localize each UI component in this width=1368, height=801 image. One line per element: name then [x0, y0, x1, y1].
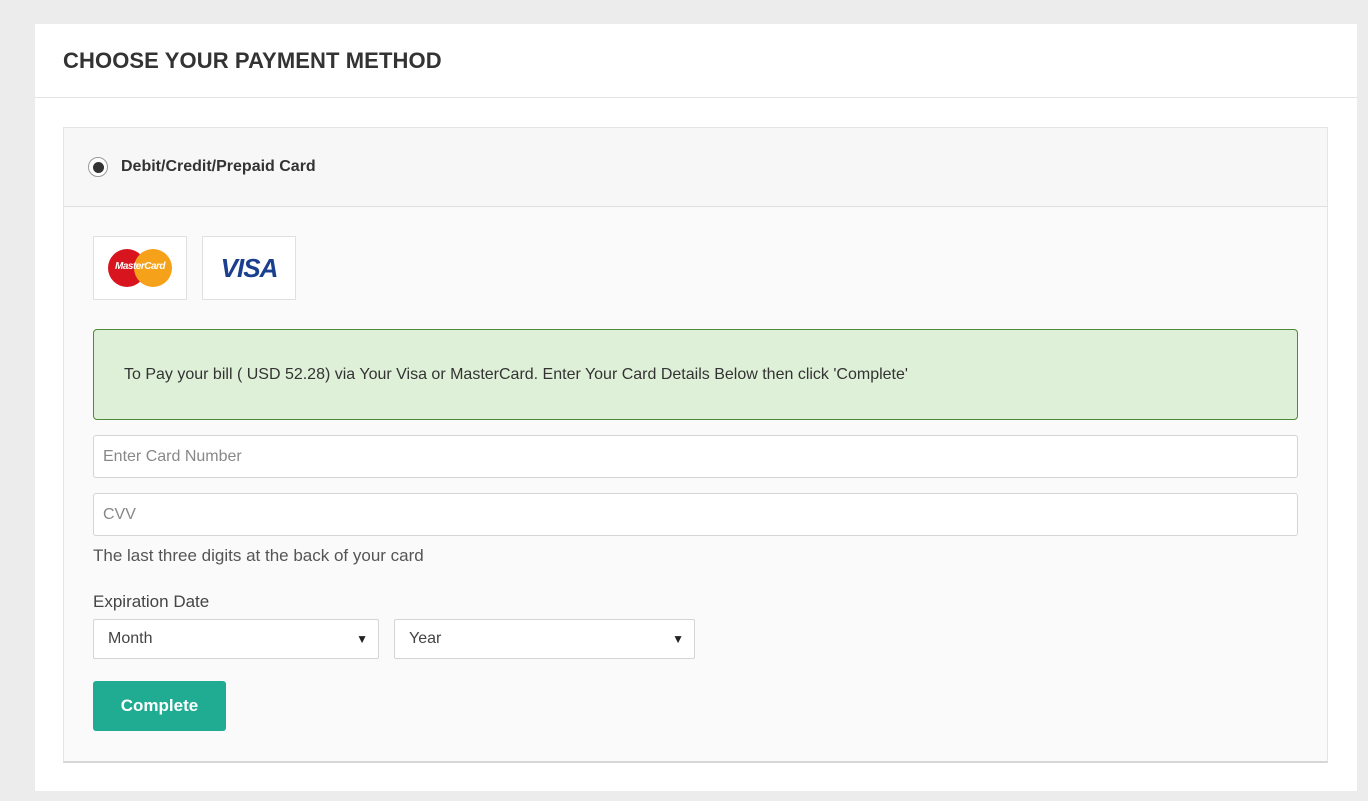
card-method-radio[interactable]: [88, 157, 108, 177]
page-title: CHOOSE YOUR PAYMENT METHOD: [63, 47, 442, 73]
panel-header: CHOOSE YOUR PAYMENT METHOD: [35, 24, 1357, 98]
mastercard-icon: MasterCard: [108, 249, 172, 287]
expiration-date-label: Expiration Date: [93, 592, 210, 611]
year-select[interactable]: Year ▼: [394, 619, 695, 659]
year-select-value: Year: [409, 630, 442, 647]
card-method-option[interactable]: Debit/Credit/Prepaid Card: [64, 128, 1327, 207]
chevron-down-icon: ▼: [672, 632, 684, 646]
payment-info-alert: To Pay your bill ( USD 52.28) via Your V…: [93, 329, 1298, 420]
month-select[interactable]: Month ▼: [93, 619, 379, 659]
cvv-hint: The last three digits at the back of you…: [93, 546, 424, 565]
month-select-value: Month: [108, 630, 153, 647]
chevron-down-icon: ▼: [356, 632, 368, 646]
visa-logo-text: VISA: [220, 252, 279, 283]
visa-logo: VISA: [202, 236, 296, 300]
mastercard-logo: MasterCard: [93, 236, 187, 300]
alert-message: To Pay your bill ( USD 52.28) via Your V…: [124, 365, 908, 383]
complete-button[interactable]: Complete: [93, 681, 226, 731]
card-method-label: Debit/Credit/Prepaid Card: [121, 158, 316, 175]
accepted-cards: MasterCard VISA: [93, 236, 296, 300]
mastercard-logo-text: MasterCard: [114, 261, 166, 272]
cvv-input[interactable]: [93, 493, 1298, 536]
card-payment-method: Debit/Credit/Prepaid Card MasterCard VIS…: [63, 127, 1328, 763]
payment-panel: CHOOSE YOUR PAYMENT METHOD Debit/Credit/…: [35, 24, 1357, 791]
radio-selected-dot: [92, 161, 104, 173]
card-number-input[interactable]: [93, 435, 1298, 478]
